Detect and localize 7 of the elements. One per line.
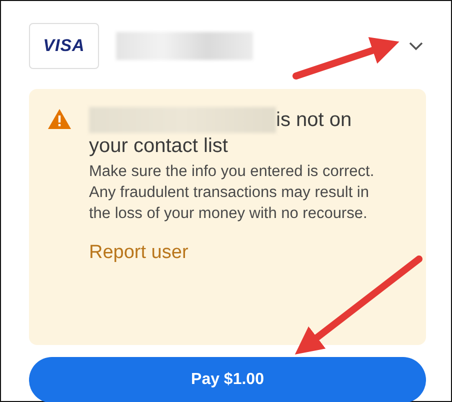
report-user-link[interactable]: Report user bbox=[89, 242, 188, 264]
card-logo: VISA bbox=[29, 23, 99, 69]
pay-button[interactable]: Pay $1.00 bbox=[29, 357, 426, 402]
warning-title: is not on your contact list bbox=[89, 107, 385, 159]
warning-icon bbox=[48, 109, 71, 129]
chevron-down-icon[interactable] bbox=[409, 42, 423, 50]
warning-text: Make sure the info you entered is correct. Any fraudulent transactions may result in the loss of your money with no recourse. bbox=[89, 162, 376, 224]
